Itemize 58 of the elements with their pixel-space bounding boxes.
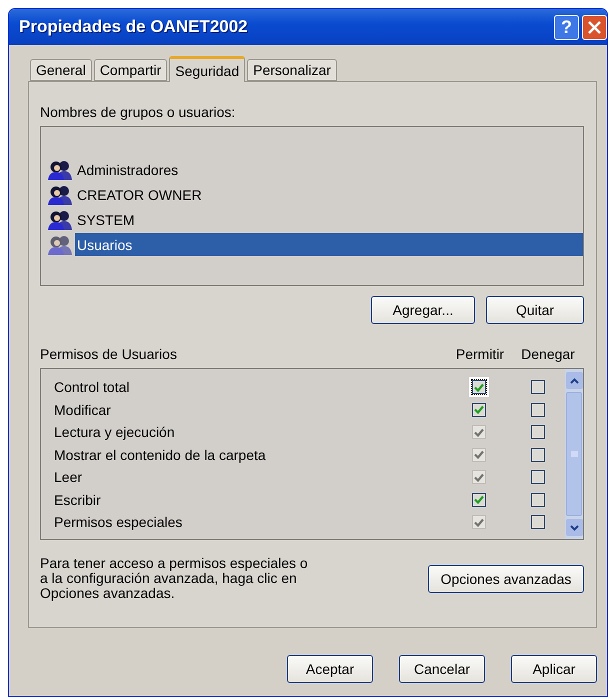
tab[interactable]: General bbox=[30, 59, 92, 81]
allow-header: Permitir bbox=[454, 346, 506, 362]
group-item[interactable]: SYSTEM bbox=[75, 208, 583, 231]
add-button[interactable]: Agregar... bbox=[371, 296, 475, 324]
check-icon bbox=[474, 428, 484, 437]
tab[interactable]: Personalizar bbox=[247, 59, 337, 81]
allow-checkbox[interactable] bbox=[472, 380, 486, 394]
scroll-up-button[interactable] bbox=[566, 372, 582, 389]
check-icon bbox=[474, 495, 484, 504]
permission-name: Mostrar el contenido de la carpeta bbox=[54, 446, 267, 463]
tab[interactable]: Compartir bbox=[94, 59, 168, 81]
cancel-button[interactable]: Cancelar bbox=[399, 655, 485, 683]
allow-checkbox[interactable] bbox=[472, 492, 486, 507]
window-title: Propiedades de OANET2002 bbox=[19, 17, 249, 37]
remove-button[interactable]: Quitar bbox=[486, 296, 584, 324]
users-icon bbox=[47, 210, 73, 230]
check-icon bbox=[474, 472, 484, 482]
check-icon bbox=[474, 405, 484, 414]
close-button[interactable] bbox=[582, 14, 607, 40]
deny-checkbox[interactable] bbox=[531, 492, 545, 507]
grip-icon bbox=[570, 451, 578, 457]
ok-button[interactable]: Aceptar bbox=[287, 655, 373, 683]
users-icon bbox=[47, 184, 73, 204]
permission-name: Leer bbox=[54, 469, 84, 486]
permission-name: Permisos especiales bbox=[54, 514, 184, 530]
deny-checkbox[interactable] bbox=[531, 425, 545, 440]
deny-checkbox[interactable] bbox=[531, 470, 545, 484]
users-icon bbox=[47, 234, 73, 254]
deny-header: Denegar bbox=[520, 346, 576, 362]
tab[interactable]: Seguridad bbox=[169, 56, 246, 82]
permissions-label: Permisos de Usuarios bbox=[40, 346, 178, 362]
group-item[interactable]: Usuarios bbox=[75, 233, 583, 256]
scrollbar[interactable] bbox=[565, 369, 583, 539]
scroll-thumb[interactable] bbox=[566, 392, 582, 516]
scroll-down-button[interactable] bbox=[566, 519, 582, 536]
down-caret-icon bbox=[570, 524, 578, 530]
advanced-hint: Para tener acceso a permisos especiales o a la configuración avanzada, haga clic en Opciones avanzadas. bbox=[40, 556, 309, 601]
permission-name: Lectura y ejecución bbox=[54, 424, 176, 440]
advanced-options-button[interactable]: Opciones avanzadas bbox=[428, 564, 584, 592]
check-icon bbox=[474, 450, 484, 460]
allow-checkbox[interactable] bbox=[472, 402, 486, 417]
deny-checkbox[interactable] bbox=[531, 515, 545, 530]
groups-label: Nombres de grupos o usuarios: bbox=[40, 104, 236, 120]
permission-name: Escribir bbox=[54, 492, 102, 508]
check-icon bbox=[474, 382, 484, 392]
permission-name: Control total bbox=[54, 379, 130, 396]
up-caret-icon bbox=[570, 378, 578, 384]
deny-checkbox[interactable] bbox=[531, 402, 545, 417]
deny-checkbox[interactable] bbox=[531, 448, 545, 462]
deny-checkbox[interactable] bbox=[531, 380, 545, 394]
help-button[interactable]: ? bbox=[554, 14, 579, 40]
close-icon bbox=[588, 20, 601, 34]
permission-name: Modificar bbox=[54, 402, 112, 418]
apply-button[interactable]: Aplicar bbox=[511, 655, 597, 683]
group-item[interactable]: CREATOR OWNER bbox=[75, 183, 583, 206]
group-item[interactable]: Administradores bbox=[75, 158, 583, 181]
users-icon bbox=[47, 160, 73, 180]
check-icon bbox=[474, 518, 484, 527]
